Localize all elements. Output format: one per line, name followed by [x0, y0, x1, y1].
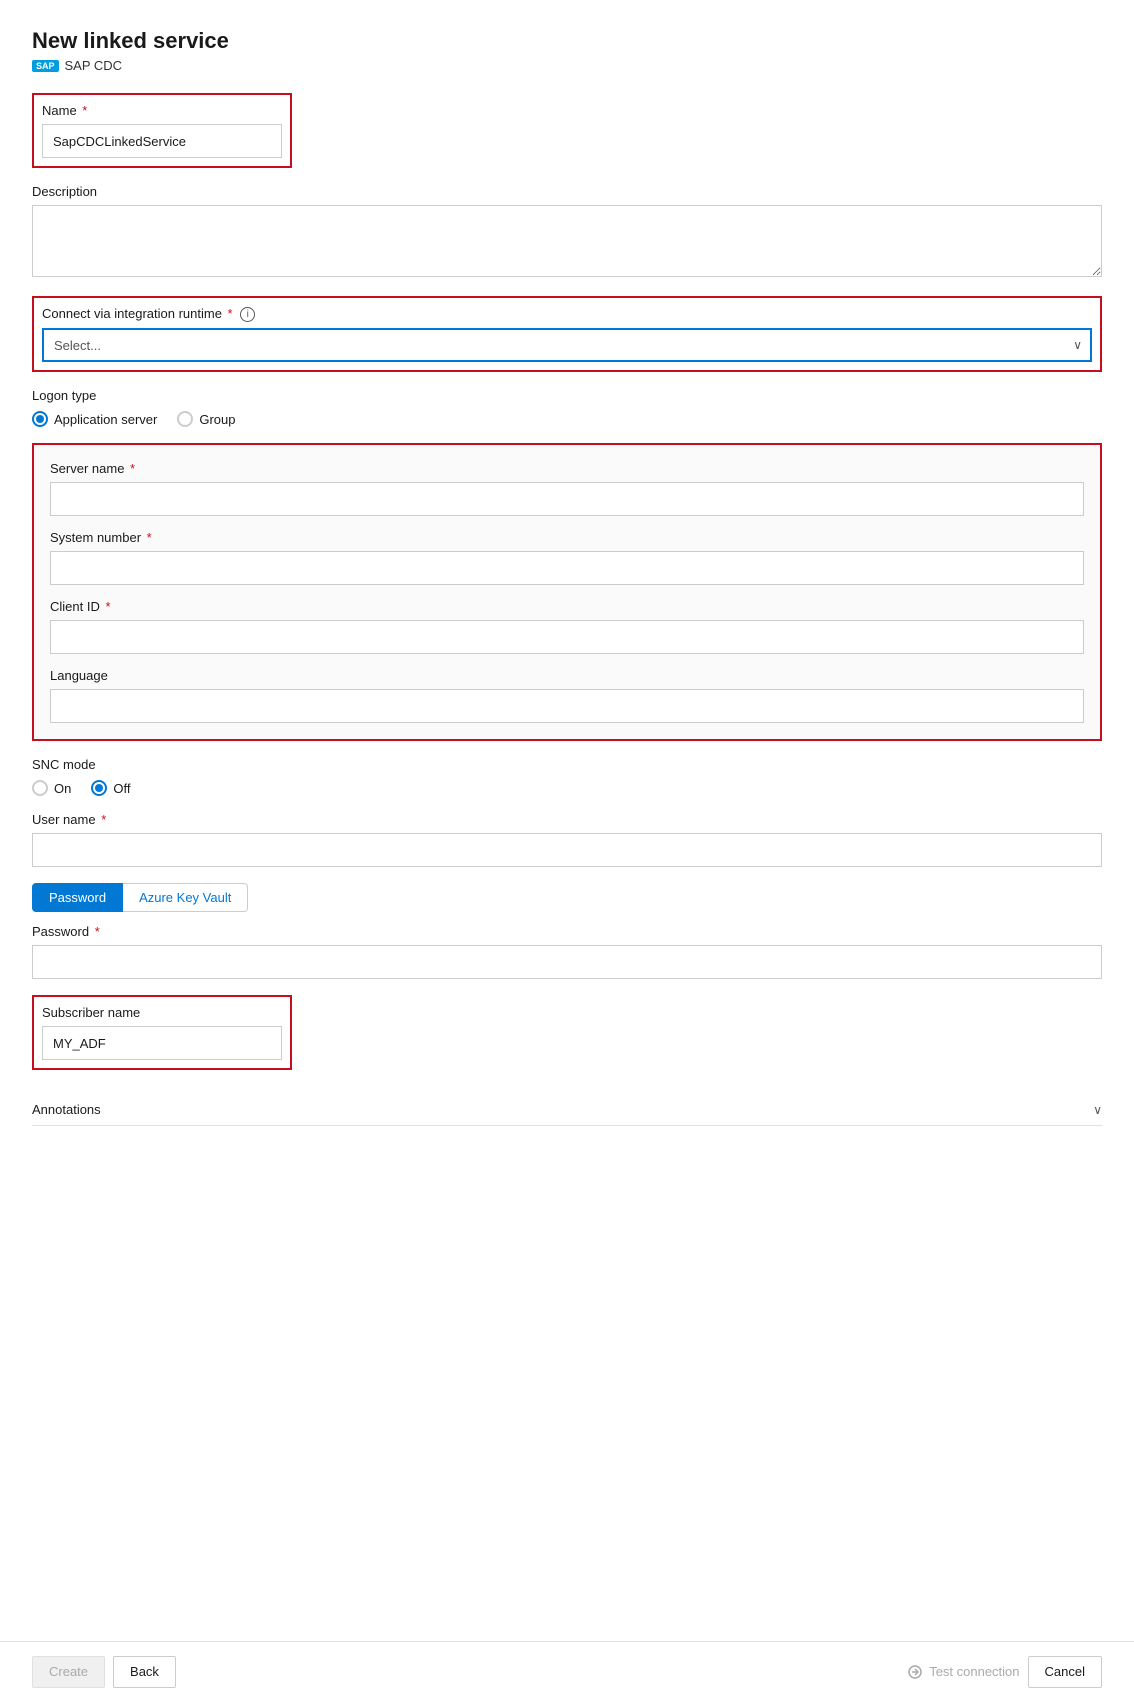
main-content: New linked service SAP SAP CDC Name * De…	[0, 0, 1134, 1641]
system-number-input[interactable]	[50, 551, 1084, 585]
name-field-box: Name *	[32, 93, 292, 168]
logon-application-server-option[interactable]: Application server	[32, 411, 157, 427]
password-input[interactable]	[32, 945, 1102, 979]
runtime-select-wrapper: Select... ∨	[42, 328, 1092, 362]
snc-off-option[interactable]: Off	[91, 780, 130, 796]
subscriber-red-box: Subscriber name	[32, 995, 292, 1070]
snc-off-label: Off	[113, 781, 130, 796]
annotations-section: Annotations ∨	[32, 1102, 1102, 1126]
description-group: Description	[32, 184, 1102, 280]
language-input[interactable]	[50, 689, 1084, 723]
server-fields-box: Server name * System number * Client ID …	[32, 443, 1102, 741]
password-required: *	[91, 924, 100, 939]
snc-radio-group: On Off	[32, 780, 1102, 796]
logon-type-radio-group: Application server Group	[32, 411, 1102, 427]
logon-group-radio[interactable]	[177, 411, 193, 427]
subscriber-section: Subscriber name	[32, 995, 1102, 1086]
snc-on-option[interactable]: On	[32, 780, 71, 796]
snc-off-radio[interactable]	[91, 780, 107, 796]
password-label: Password *	[32, 924, 1102, 939]
snc-on-radio[interactable]	[32, 780, 48, 796]
description-textarea[interactable]	[32, 205, 1102, 277]
server-name-group: Server name *	[50, 461, 1084, 516]
runtime-select[interactable]: Select...	[42, 328, 1092, 362]
client-id-label: Client ID *	[50, 599, 1084, 614]
sap-badge: SAP SAP CDC	[32, 58, 1102, 73]
runtime-label: Connect via integration runtime * i	[42, 306, 1092, 322]
logon-application-server-radio[interactable]	[32, 411, 48, 427]
footer-bar: Create Back Test connection Cancel	[0, 1641, 1134, 1701]
name-required-star: *	[79, 103, 88, 118]
user-name-label: User name *	[32, 812, 1102, 827]
logon-type-label: Logon type	[32, 388, 1102, 403]
user-name-required: *	[98, 812, 107, 827]
runtime-required-star: *	[224, 306, 233, 321]
page-container: New linked service SAP SAP CDC Name * De…	[0, 0, 1134, 1701]
annotations-chevron-icon[interactable]: ∨	[1093, 1103, 1102, 1117]
snc-mode-section: SNC mode On Off	[32, 757, 1102, 796]
runtime-box: Connect via integration runtime * i Sele…	[32, 296, 1102, 372]
system-number-required: *	[143, 530, 152, 545]
user-name-input[interactable]	[32, 833, 1102, 867]
password-section: Password *	[32, 924, 1102, 979]
language-group: Language	[50, 668, 1084, 723]
snc-mode-label: SNC mode	[32, 757, 1102, 772]
logon-group-label: Group	[199, 412, 235, 427]
server-name-required: *	[126, 461, 135, 476]
description-label: Description	[32, 184, 1102, 199]
subscriber-name-input[interactable]	[42, 1026, 282, 1060]
sap-service-label: SAP CDC	[65, 58, 123, 73]
logon-type-section: Logon type Application server Group	[32, 388, 1102, 427]
logon-group-option[interactable]: Group	[177, 411, 235, 427]
server-name-label: Server name *	[50, 461, 1084, 476]
client-id-group: Client ID *	[50, 599, 1084, 654]
password-tab-button[interactable]: Password	[32, 883, 123, 912]
password-tab-group: Password Azure Key Vault	[32, 883, 1102, 912]
annotations-label: Annotations	[32, 1102, 101, 1117]
subscriber-name-label: Subscriber name	[42, 1005, 282, 1020]
language-label: Language	[50, 668, 1084, 683]
name-label: Name *	[42, 103, 282, 118]
client-id-required: *	[102, 599, 111, 614]
client-id-input[interactable]	[50, 620, 1084, 654]
snc-on-label: On	[54, 781, 71, 796]
test-connection-button[interactable]: Test connection	[907, 1664, 1019, 1680]
create-button[interactable]: Create	[32, 1656, 105, 1688]
system-number-label: System number *	[50, 530, 1084, 545]
cancel-button[interactable]: Cancel	[1028, 1656, 1102, 1688]
runtime-info-icon: i	[240, 307, 255, 322]
azure-key-vault-tab-button[interactable]: Azure Key Vault	[123, 883, 248, 912]
logon-application-server-label: Application server	[54, 412, 157, 427]
sap-logo: SAP	[32, 60, 59, 72]
footer-right: Test connection Cancel	[907, 1656, 1102, 1688]
back-button[interactable]: Back	[113, 1656, 176, 1688]
test-connection-icon	[907, 1664, 923, 1680]
system-number-group: System number *	[50, 530, 1084, 585]
name-input[interactable]	[42, 124, 282, 158]
page-title: New linked service	[32, 28, 1102, 54]
server-name-input[interactable]	[50, 482, 1084, 516]
user-name-section: User name *	[32, 812, 1102, 867]
